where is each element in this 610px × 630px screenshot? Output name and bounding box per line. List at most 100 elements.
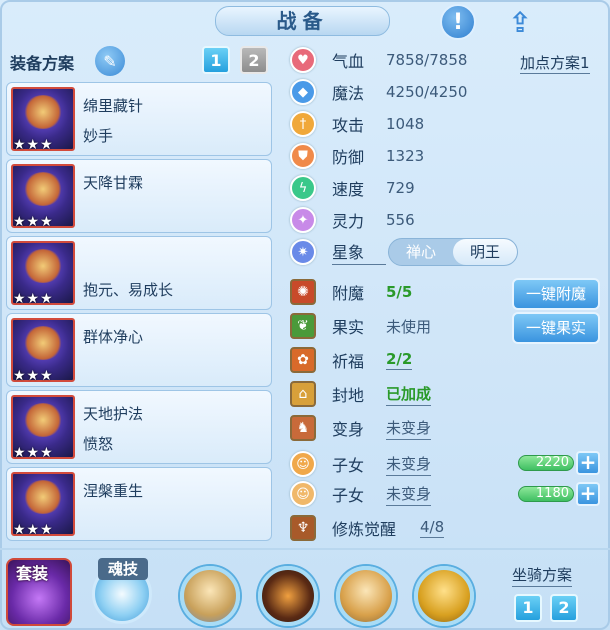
lightning-icon: ϟ: [290, 175, 316, 201]
child-2-progress-bar: 1180: [518, 486, 574, 502]
xiang-option-chanxin[interactable]: 禅心: [389, 239, 453, 265]
child-2-add-button[interactable]: +: [576, 482, 600, 506]
stat-label: 附魔: [332, 284, 365, 303]
seal-icon: ⌂: [290, 381, 316, 407]
star-rating: ★★★: [13, 214, 54, 230]
fruit-icon: ❦: [290, 313, 316, 339]
stat-value[interactable]: 未变身: [386, 453, 432, 476]
equipment-skill: 涅槃重生: [83, 482, 144, 500]
stat-value: 4250/4250: [386, 83, 468, 101]
droplet-icon: ◆: [290, 79, 316, 105]
exclamation-icon[interactable]: !: [440, 4, 476, 40]
equipment-skill: 天地护法: [83, 405, 144, 423]
equipment-slot-4[interactable]: ★★★ 群体净心: [6, 313, 272, 387]
star-rating: ★★★: [13, 291, 54, 307]
soul-skill-label: 魂技: [98, 558, 148, 580]
companion-portrait-3[interactable]: [336, 566, 396, 626]
stat-label: 子女: [332, 456, 365, 475]
stat-label: 攻击: [332, 116, 365, 135]
equipment-slot-3[interactable]: ★★★ 抱元、易成长: [6, 236, 272, 310]
stat-value: 未使用: [386, 317, 432, 336]
one-click-enchant-button[interactable]: 一键附魔: [512, 278, 600, 310]
equipment-slot-6[interactable]: ★★★ 涅槃重生: [6, 467, 272, 541]
stat-xiang: ✷ 星象: [290, 238, 386, 266]
stat-transform: ♞ 变身 未变身: [290, 414, 432, 442]
child-1-progress-bar: 2220: [518, 455, 574, 471]
companion-portrait-4[interactable]: [414, 566, 474, 626]
equipment-effect: 抱元、易成长: [83, 281, 174, 299]
stat-value[interactable]: 未变身: [386, 483, 432, 506]
stat-value: 5/5: [386, 283, 413, 301]
star-rating: ★★★: [13, 445, 54, 461]
one-click-fruit-button[interactable]: 一键果实: [512, 312, 600, 344]
stat-child-2: ☺ 子女 未变身: [290, 480, 432, 508]
stat-value[interactable]: 未变身: [386, 417, 432, 440]
stat-label: 星象: [332, 239, 386, 265]
star-compass-icon: ✷: [290, 239, 316, 265]
stat-seal: ⌂ 封地 已加成: [290, 380, 432, 408]
equipment-slot-2[interactable]: ★★★ 天降甘霖: [6, 159, 272, 233]
star-rating: ★★★: [13, 522, 54, 538]
stat-label: 变身: [332, 420, 365, 439]
star-rating: ★★★: [13, 368, 54, 384]
child-icon: ☺: [290, 481, 316, 507]
equipment-slot-5[interactable]: ★★★ 天地护法 愤怒: [6, 390, 272, 464]
mount-plan-button-2[interactable]: 2: [550, 594, 578, 622]
stat-value: 7858/7858: [386, 51, 468, 69]
xiang-option-mingwang[interactable]: 明王: [453, 239, 517, 265]
child-icon: ☺: [290, 451, 316, 477]
stat-defense: ⛊ 防御 1323: [290, 142, 424, 170]
stat-label: 速度: [332, 180, 365, 199]
heart-icon: ♥: [290, 47, 316, 73]
equipment-skill: 天降甘霖: [83, 174, 144, 192]
share-icon[interactable]: ⇪: [500, 4, 540, 40]
xiang-toggle[interactable]: 禅心 明王: [388, 238, 518, 266]
equipment-effect: 妙手: [83, 127, 114, 145]
meditate-icon: ♆: [290, 515, 316, 541]
stat-value[interactable]: 2/2: [386, 350, 413, 370]
suit-label: 套装: [16, 564, 49, 583]
equipment-effect: 愤怒: [83, 435, 114, 453]
companion-portrait-2[interactable]: [258, 566, 318, 626]
bless-icon: ✿: [290, 347, 316, 373]
stat-label: 果实: [332, 318, 365, 337]
add-point-plan-link[interactable]: 加点方案1: [520, 52, 590, 74]
stat-speed: ϟ 速度 729: [290, 174, 415, 202]
stat-label: 灵力: [332, 212, 365, 231]
equipment-skill: 群体净心: [83, 328, 144, 346]
equipment-skill: 绵里藏针: [83, 97, 144, 115]
stat-label: 祈福: [332, 352, 365, 371]
stat-hp: ♥ 气血 7858/7858: [290, 46, 467, 74]
plan-button-1[interactable]: 1: [202, 46, 230, 74]
stat-bless: ✿ 祈福 2/2: [290, 346, 413, 374]
companion-portrait-1[interactable]: [180, 566, 240, 626]
stat-label: 防御: [332, 148, 365, 167]
stat-label: 封地: [332, 386, 365, 405]
enchant-icon: ✺: [290, 279, 316, 305]
stat-value[interactable]: 4/8: [420, 518, 445, 538]
sparkle-icon: ✦: [290, 207, 316, 233]
star-rating: ★★★: [13, 137, 54, 153]
stat-value: 1048: [386, 115, 425, 133]
transform-icon: ♞: [290, 415, 316, 441]
stat-label: 魔法: [332, 84, 365, 103]
stat-child-1: ☺ 子女 未变身: [290, 450, 432, 478]
page-title: 战备: [215, 6, 390, 36]
child-1-add-button[interactable]: +: [576, 451, 600, 475]
equipment-slot-1[interactable]: ★★★ 绵里藏针 妙手: [6, 82, 272, 156]
mount-plan-label: 坐骑方案: [512, 564, 573, 587]
stat-value: 1323: [386, 147, 425, 165]
stat-label: 修炼觉醒: [332, 520, 397, 539]
stat-value: 729: [386, 179, 415, 197]
plan-button-2[interactable]: 2: [240, 46, 268, 74]
shield-icon: ⛊: [290, 143, 316, 169]
equipment-plan-label: 装备方案: [10, 54, 75, 73]
stat-mp: ◆ 魔法 4250/4250: [290, 78, 467, 106]
stat-value[interactable]: 已加成: [386, 383, 432, 406]
stat-fruit: ❦ 果实 未使用: [290, 312, 431, 340]
pencil-icon[interactable]: ✎: [95, 46, 125, 76]
stat-spirit: ✦ 灵力 556: [290, 206, 415, 234]
stat-label: 气血: [332, 52, 365, 71]
mount-plan-button-1[interactable]: 1: [514, 594, 542, 622]
stat-attack: † 攻击 1048: [290, 110, 424, 138]
